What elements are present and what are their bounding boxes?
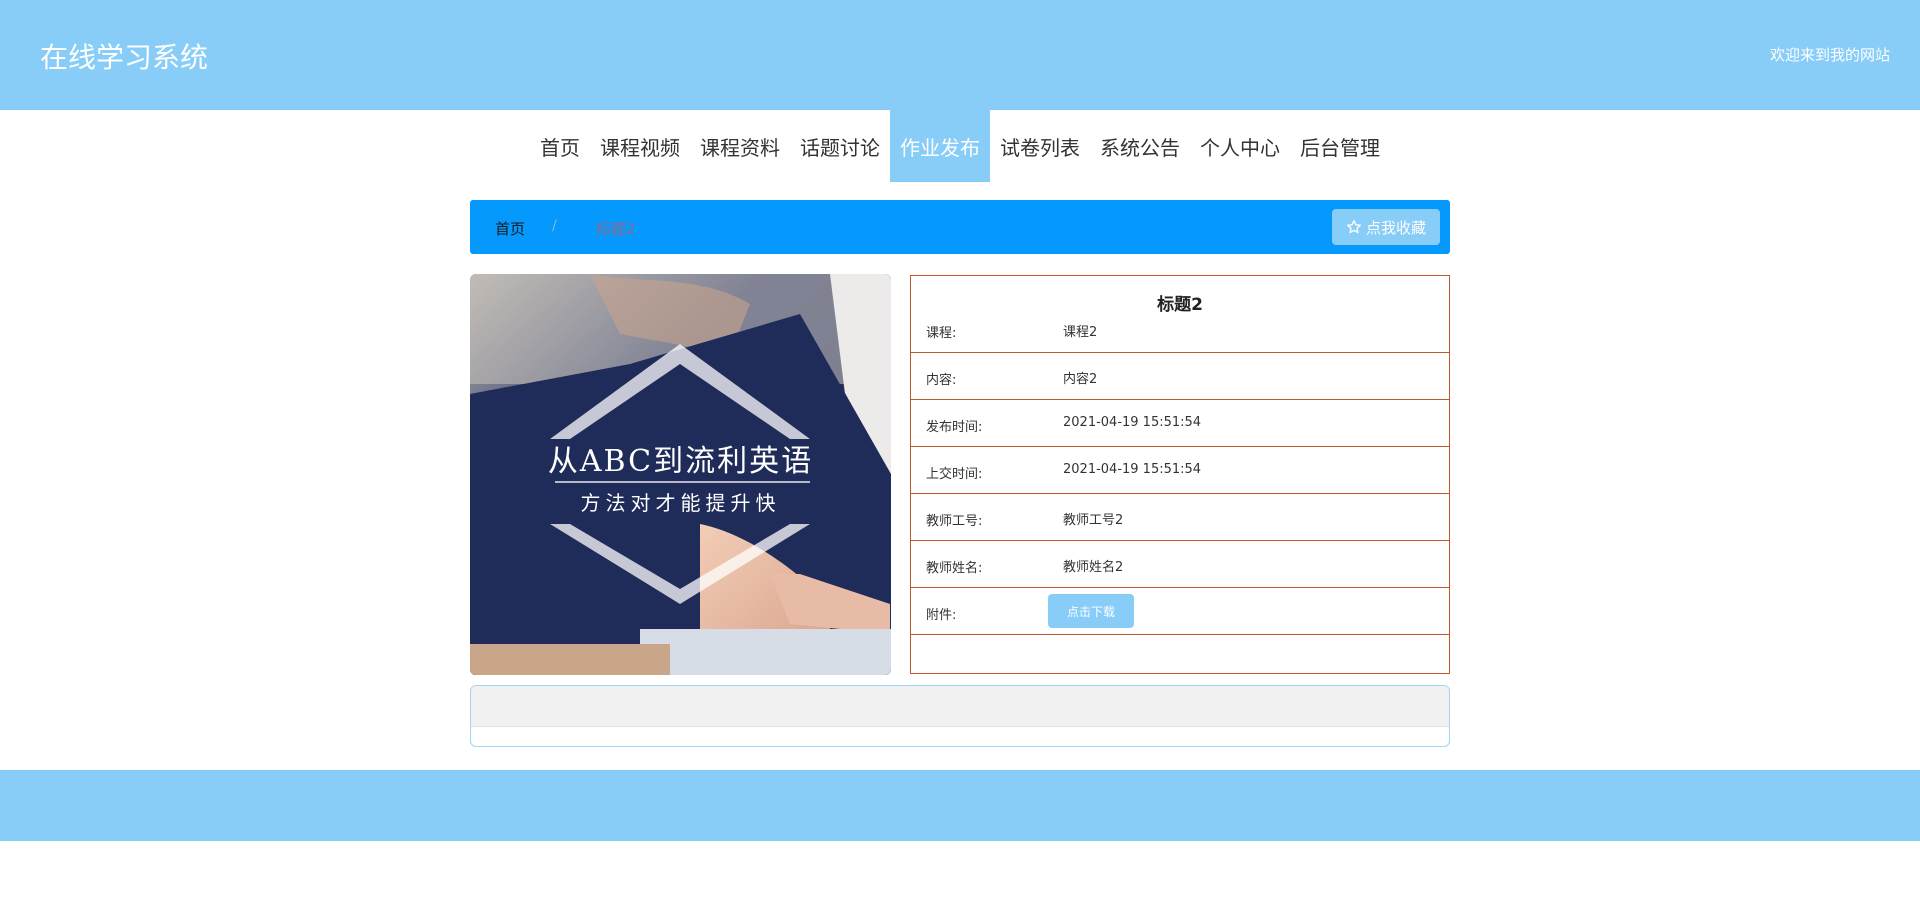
breadcrumb-home-link[interactable]: 首页 [495,218,525,239]
site-title: 在线学习系统 [40,41,209,74]
nav-item-course-material[interactable]: 课程资料 [690,110,790,182]
breadcrumb: 首页 / 标题2 点我收藏 [470,200,1450,254]
detail-row-submit-time: 上交时间: 2021-04-19 15:51:54 [911,447,1449,494]
detail-label: 教师姓名: [926,561,983,576]
detail-value: 2021-04-19 15:51:54 [1063,415,1202,430]
main-nav: 首页 课程视频 课程资料 话题讨论 作业发布 试卷列表 系统公告 个人中心 后台… [0,110,1920,182]
detail-row-course: 课程: 课程2 [911,306,1449,353]
detail-label: 课程: [926,326,957,341]
homework-detail-table: 标题2 课程: 课程2 内容: 内容2 发布时间: 2021-04-19 15:… [910,275,1450,674]
welcome-text: 欢迎来到我的网站 [1769,46,1890,64]
detail-row-attachment: 附件: 点击下载 [911,588,1449,635]
nav-item-homework[interactable]: 作业发布 [890,110,990,182]
detail-value: 课程2 [1063,325,1098,340]
site-footer [0,770,1920,841]
detail-label: 发布时间: [926,420,983,435]
nav-item-announcement[interactable]: 系统公告 [1090,110,1190,182]
nav-item-admin[interactable]: 后台管理 [1290,110,1390,182]
favorite-button[interactable]: 点我收藏 [1332,209,1440,245]
detail-row-content: 内容: 内容2 [911,353,1449,400]
nav-item-home[interactable]: 首页 [530,110,590,182]
nav-item-personal-center[interactable]: 个人中心 [1190,110,1290,182]
breadcrumb-separator: / [552,218,557,234]
detail-row-publish-time: 发布时间: 2021-04-19 15:51:54 [911,400,1449,447]
nav-item-exam-list[interactable]: 试卷列表 [990,110,1090,182]
nav-item-topic-discussion[interactable]: 话题讨论 [790,110,890,182]
detail-value: 教师工号2 [1063,513,1124,528]
detail-label: 内容: [926,373,957,388]
detail-label: 附件: [926,608,957,623]
favorite-button-label: 点我收藏 [1365,218,1426,237]
star-outline-icon [1346,220,1361,234]
breadcrumb-current: 标题2 [596,220,636,238]
detail-value: 2021-04-19 15:51:54 [1063,462,1202,477]
detail-label: 教师工号: [926,514,983,529]
download-button[interactable]: 点击下载 [1048,594,1134,628]
detail-label: 上交时间: [926,467,983,482]
detail-row-teacher-id: 教师工号: 教师工号2 [911,494,1449,541]
comment-panel [470,685,1450,747]
banner-text-line1: 从ABC到流利英语 [547,444,814,479]
banner-text-line2: 方法对才能提升快 [580,491,781,515]
detail-value: 教师姓名2 [1063,560,1124,575]
detail-value: 内容2 [1063,372,1098,387]
site-header: 在线学习系统 欢迎来到我的网站 [0,0,1920,110]
comment-panel-header [471,686,1449,727]
homework-cover-image: 从ABC到流利英语 方法对才能提升快 [470,274,891,675]
detail-row-teacher-name: 教师姓名: 教师姓名2 [911,541,1449,588]
nav-item-course-video[interactable]: 课程视频 [590,110,690,182]
